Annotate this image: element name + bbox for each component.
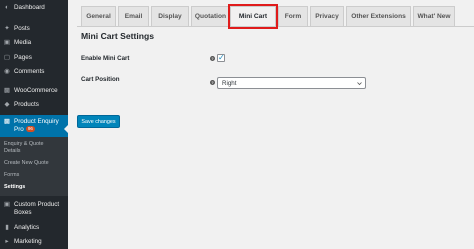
box-icon: ▣ xyxy=(3,201,11,208)
sidebar-item-label-line2: Boxes xyxy=(14,209,32,216)
help-icon[interactable]: ? xyxy=(210,80,215,85)
sidebar-item-pages[interactable]: ▢ Pages xyxy=(0,54,68,62)
dashboard-icon: ◐ xyxy=(5,4,9,11)
submenu-item-enquiry-quote-details[interactable]: Enquiry & Quote Details xyxy=(4,141,44,155)
tab-other-extensions[interactable]: Other Extensions xyxy=(346,6,411,26)
sidebar-item-label: Pages xyxy=(14,54,32,61)
sidebar-item-label-line2: Pro xyxy=(14,126,24,133)
sidebar-item-label: Analytics xyxy=(14,224,40,231)
sidebar-item-custom-product-boxes[interactable]: ▣ Custom Product Boxes xyxy=(0,201,68,217)
sidebar-item-comments[interactable]: ◉ Comments xyxy=(0,68,68,76)
media-icon: ▣ xyxy=(3,39,11,46)
cart-position-value: Right xyxy=(222,79,237,87)
save-changes-button[interactable]: Save changes xyxy=(77,115,120,128)
pages-icon: ▢ xyxy=(3,54,11,61)
products-icon: ◆ xyxy=(4,101,10,108)
sidebar-item-woocommerce[interactable]: ▩ WooCommerce xyxy=(0,87,68,95)
enable-mini-cart-label: Enable Mini Cart xyxy=(81,55,130,62)
sidebar-item-posts[interactable]: ✦ Posts xyxy=(0,25,68,33)
submenu-item-create-new-quote[interactable]: Create New Quote xyxy=(4,160,49,167)
analytics-icon: ▮ xyxy=(5,224,9,231)
plugin-icon: ▩ xyxy=(3,118,11,125)
admin-sidebar: ◐ Dashboard ✦ Posts ▣ Media ▢ Pages ◉ Co… xyxy=(0,0,68,249)
sidebar-item-dashboard[interactable]: ◐ Dashboard xyxy=(0,4,68,12)
sidebar-submenu: Enquiry & Quote Details Create New Quote… xyxy=(0,137,68,196)
update-count-badge: 96 xyxy=(25,126,35,133)
sidebar-item-label: Comments xyxy=(14,68,45,75)
woocommerce-icon: ▩ xyxy=(3,87,11,94)
tab-quotation[interactable]: Quotation xyxy=(191,6,230,26)
tab-display[interactable]: Display xyxy=(151,6,189,26)
megaphone-icon: ▸ xyxy=(5,238,9,245)
sidebar-item-label: Product Enquiry xyxy=(14,118,59,125)
section-title: Mini Cart Settings xyxy=(81,31,155,41)
sidebar-item-label: Products xyxy=(14,101,39,108)
cart-position-label: Cart Position xyxy=(81,76,120,83)
tab-whats-new[interactable]: What' New xyxy=(413,6,455,26)
tab-general[interactable]: General xyxy=(81,6,116,26)
enable-mini-cart-checkbox[interactable]: ✓ xyxy=(217,54,225,62)
help-icon[interactable]: ? xyxy=(210,56,215,61)
comment-icon: ◉ xyxy=(4,68,10,75)
sidebar-item-label: Posts xyxy=(14,25,30,32)
sidebar-item-media[interactable]: ▣ Media xyxy=(0,39,68,47)
sidebar-item-label: WooCommerce xyxy=(14,87,58,94)
cart-position-select[interactable]: Right xyxy=(217,77,366,89)
chevron-down-icon xyxy=(357,82,362,86)
sidebar-item-product-enquiry-pro[interactable]: ▩ Product Enquiry Pro 96 xyxy=(0,115,68,137)
sidebar-item-marketing[interactable]: ▸ Marketing xyxy=(0,238,68,246)
active-menu-arrow xyxy=(64,125,68,133)
sidebar-item-products[interactable]: ◆ Products xyxy=(0,101,68,109)
sidebar-item-label: Media xyxy=(14,39,32,46)
sidebar-item-analytics[interactable]: ▮ Analytics xyxy=(0,224,68,232)
tab-form[interactable]: Form xyxy=(278,6,308,26)
submenu-item-forms[interactable]: Forms xyxy=(4,172,19,179)
sidebar-item-label: Dashboard xyxy=(14,4,45,11)
tab-email[interactable]: Email xyxy=(118,6,149,26)
pin-icon: ✦ xyxy=(4,25,10,32)
sidebar-item-label: Custom Product xyxy=(14,201,60,208)
tab-privacy[interactable]: Privacy xyxy=(310,6,344,26)
submenu-item-settings[interactable]: Settings xyxy=(4,184,25,191)
sidebar-item-label: Marketing xyxy=(14,238,42,245)
active-tab-highlight xyxy=(228,4,278,29)
